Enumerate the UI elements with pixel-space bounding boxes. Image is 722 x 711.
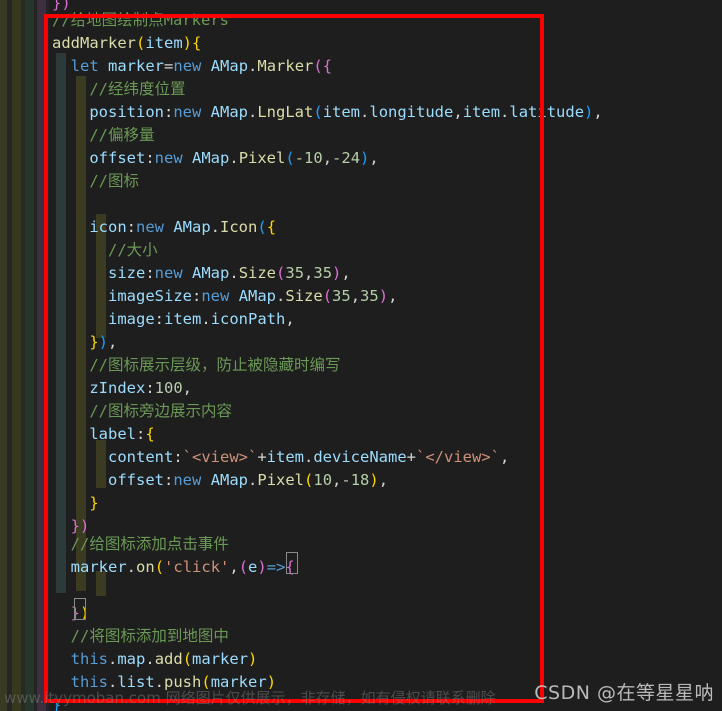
bracket-match-close (74, 598, 86, 620)
editor-screenshot: })//给地图绘制点Markers addMarker(item){ let ma… (0, 0, 722, 711)
csdn-watermark: CSDN @在等星星呐 (534, 682, 714, 704)
site-watermark: www.ityymoban.com 网络图片仅供展示，非存储，如有侵权请联系删除 (4, 689, 496, 707)
bracket-match-layer (0, 0, 722, 711)
bracket-match-open (286, 552, 298, 574)
